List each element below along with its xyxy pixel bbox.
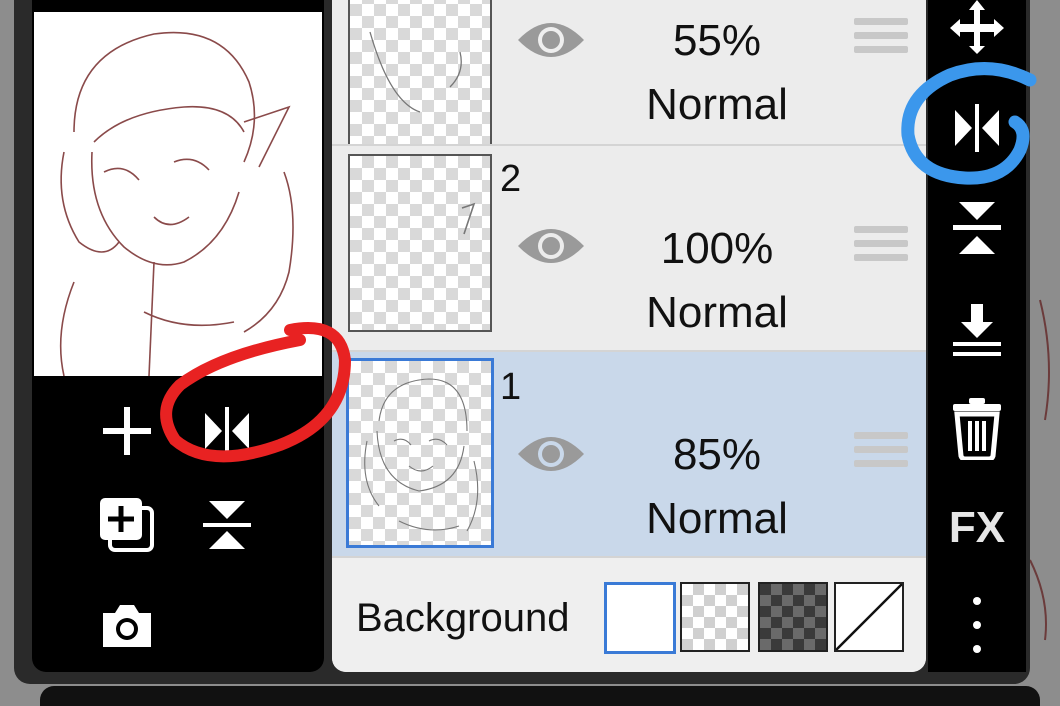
layers-list: 55% Normal 2 100% Normal 1 85% Normal Ba… (332, 0, 926, 672)
background-row: Background (332, 560, 926, 672)
layer-thumbnail-sketch (461, 202, 476, 235)
visibility-eye-icon[interactable] (514, 12, 588, 68)
flip-vertical-icon (953, 202, 1001, 254)
trash-icon (953, 398, 1001, 460)
layer-opacity[interactable]: 85% (612, 430, 822, 480)
flip-vertical-icon (203, 501, 251, 549)
sketch-image (59, 31, 294, 377)
add-layer-button[interactable] (92, 398, 162, 464)
diagonal-line-icon (835, 583, 903, 651)
drag-handle-icon[interactable] (854, 226, 908, 268)
fx-button[interactable]: FX (928, 500, 1026, 556)
drag-handle-icon[interactable] (854, 432, 908, 474)
flip-horizontal-button[interactable] (928, 96, 1026, 160)
visibility-eye-icon[interactable] (514, 218, 588, 274)
drag-handle-icon[interactable] (854, 18, 908, 60)
more-options-button[interactable] (928, 592, 1026, 658)
move-layer-button[interactable] (928, 0, 1026, 54)
duplicate-layer-button[interactable] (92, 492, 162, 558)
layer-number: 2 (500, 158, 522, 200)
flip-layer-vertical-button[interactable] (192, 492, 262, 558)
background-transparent-swatch[interactable] (680, 582, 750, 652)
move-arrows-icon (950, 0, 1004, 54)
camera-import-button[interactable] (92, 594, 162, 656)
layer-thumbnail (348, 0, 492, 168)
background-white-swatch[interactable] (604, 582, 676, 654)
layer-row-3[interactable]: 55% Normal (332, 0, 926, 168)
layer-toolbar: FX (928, 0, 1026, 672)
layer-blend-mode[interactable]: Normal (612, 80, 822, 130)
layer-opacity[interactable]: 55% (612, 16, 822, 66)
bottom-bar (40, 686, 1040, 706)
background-none-swatch[interactable] (834, 582, 904, 652)
layer-thumbnail (348, 154, 492, 332)
background-label: Background (356, 596, 570, 640)
layer-blend-mode[interactable]: Normal (612, 494, 822, 544)
delete-layer-button[interactable] (928, 394, 1026, 462)
divider (332, 556, 926, 558)
layer-number: 1 (500, 366, 522, 408)
layer-opacity[interactable]: 100% (612, 224, 822, 274)
flip-horizontal-icon (955, 104, 999, 152)
background-dark-swatch[interactable] (758, 582, 828, 652)
layer-row-2[interactable]: 2 100% Normal (332, 146, 926, 350)
layer-thumbnail-sketch (364, 378, 479, 532)
layer-thumbnail (346, 358, 494, 548)
layer-blend-mode[interactable]: Normal (612, 288, 822, 338)
duplicate-layer-icon (100, 498, 154, 552)
plus-icon (103, 407, 151, 455)
merge-down-icon (953, 304, 1001, 356)
flip-horizontal-icon (205, 407, 249, 455)
more-vertical-icon (973, 597, 981, 653)
flip-layer-horizontal-button[interactable] (192, 398, 262, 464)
layer-preview-panel (32, 0, 324, 672)
layer-thumbnail-sketch (369, 31, 462, 113)
canvas-preview[interactable] (34, 12, 322, 377)
flip-vertical-button[interactable] (928, 196, 1026, 260)
layer-row-1[interactable]: 1 85% Normal (332, 352, 926, 556)
merge-down-button[interactable] (928, 298, 1026, 362)
visibility-eye-icon[interactable] (514, 426, 588, 482)
camera-icon (103, 605, 151, 647)
